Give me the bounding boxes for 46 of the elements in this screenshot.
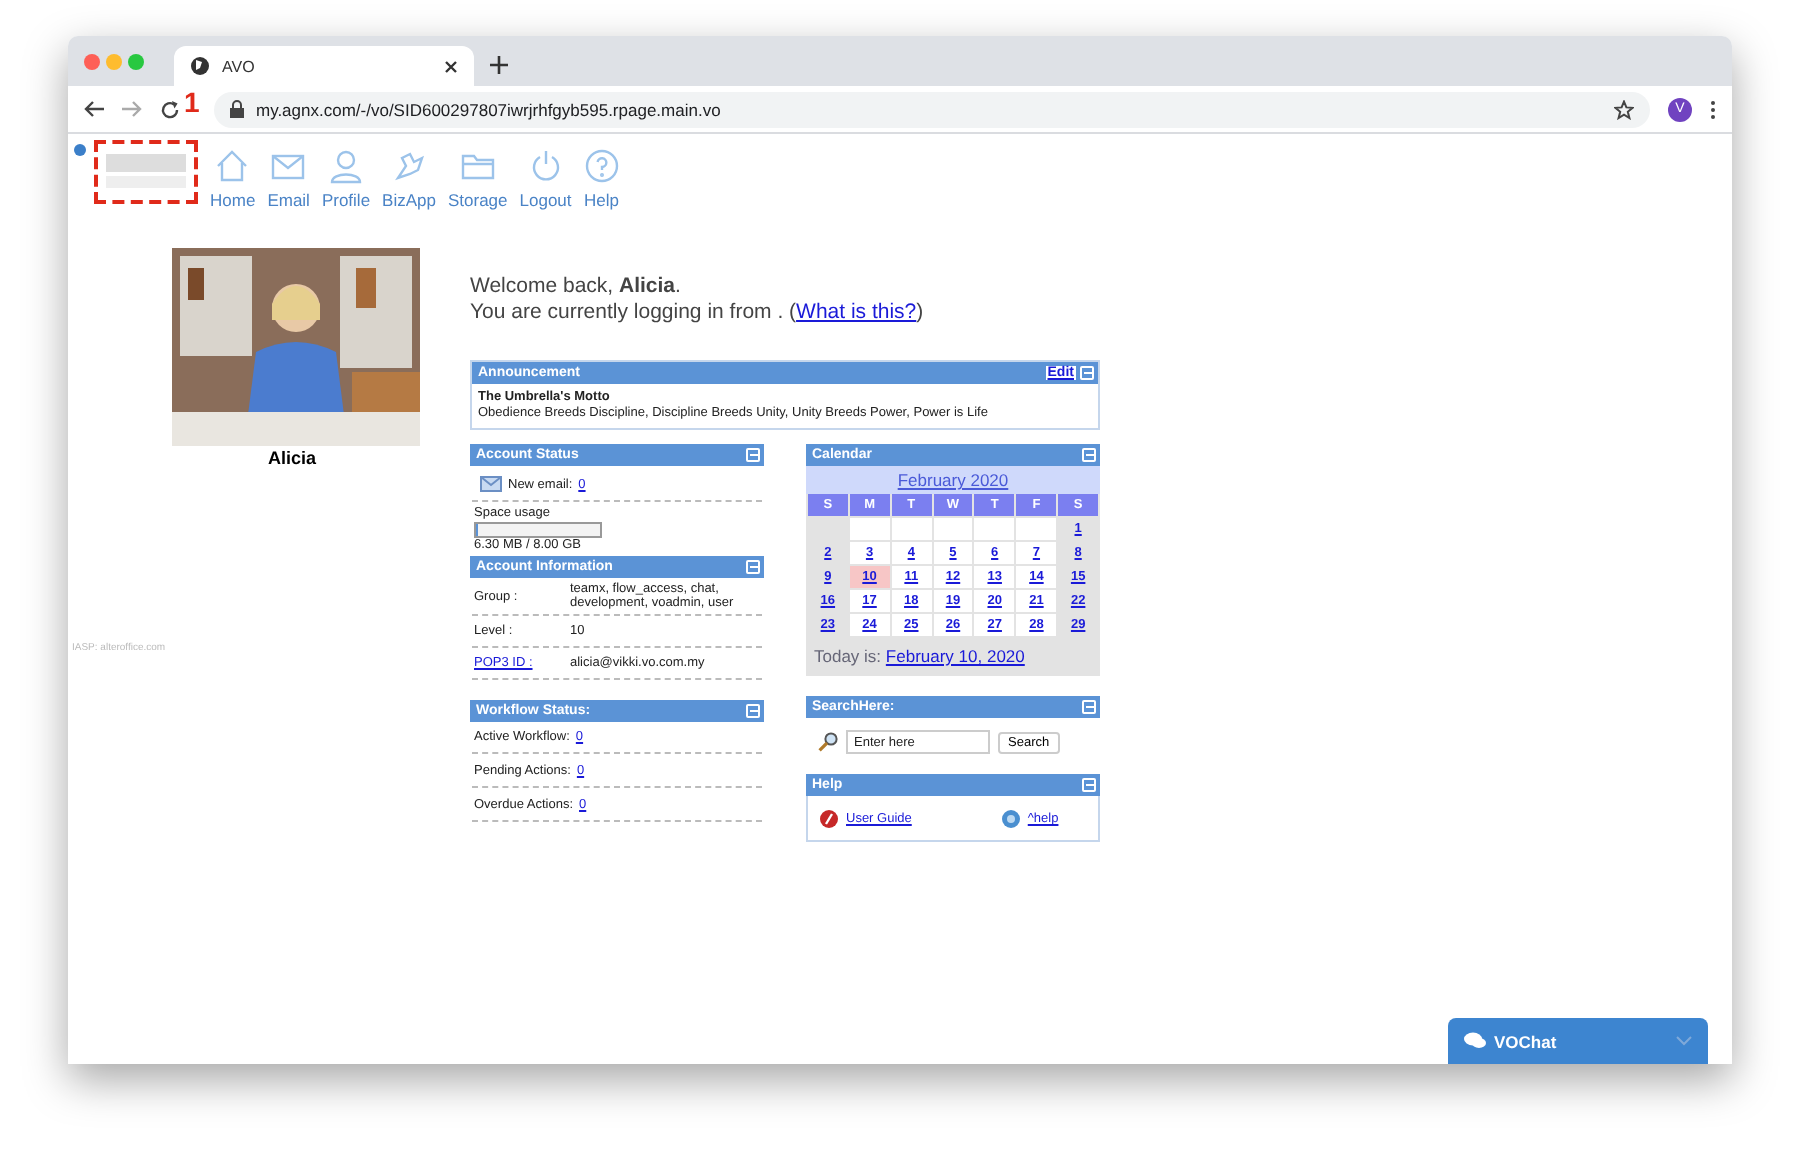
nav-link[interactable]: Profile — [321, 148, 371, 210]
chat-widget[interactable]: VOChat — [1448, 1018, 1708, 1064]
what-is-this-link[interactable]: What is this? — [796, 300, 917, 324]
collapse-icon[interactable] — [1082, 700, 1096, 714]
login-info: You are currently logging in from . ( — [470, 300, 797, 324]
nav-link[interactable]: BizApp — [382, 148, 436, 210]
welcome-message: Welcome back, Alicia. — [470, 274, 683, 300]
nav-link[interactable]: Storage — [447, 148, 508, 210]
today-link[interactable]: February 10, 2020 — [885, 646, 1025, 666]
reload-icon[interactable] — [160, 99, 180, 119]
profile-name: Alicia — [268, 448, 317, 468]
home-icon — [214, 148, 251, 184]
chevron-down-icon[interactable] — [1676, 1036, 1692, 1046]
nav-link[interactable]: Logout — [519, 148, 572, 210]
closing-parenthesis: ) — [916, 300, 924, 324]
today-label: Today is: — [814, 646, 882, 666]
collapse-icon[interactable] — [1082, 448, 1096, 462]
lock-icon — [230, 100, 244, 118]
new-tab-icon[interactable] — [490, 56, 508, 74]
power-icon — [527, 148, 564, 184]
close-window-icon[interactable] — [84, 54, 100, 70]
close-icon[interactable] — [444, 59, 458, 73]
search-icon — [818, 732, 838, 752]
help-icon — [583, 148, 620, 184]
chat-bubbles-icon — [1464, 1032, 1486, 1050]
menu-icon[interactable] — [1710, 99, 1716, 119]
info-icon — [1001, 810, 1020, 828]
address-bar[interactable]: my.agnx.com/-/vo/SID600297807iwrjrhfgyb595.rpage.main.vo — [214, 91, 1650, 127]
maximize-window-icon[interactable] — [128, 54, 144, 70]
nav-link[interactable]: Home — [210, 148, 256, 210]
annotation-number: 1 — [184, 85, 196, 117]
collapse-icon[interactable] — [746, 448, 760, 462]
envelope-icon — [480, 476, 502, 492]
forward-icon[interactable] — [122, 100, 142, 118]
globe-icon — [190, 56, 210, 76]
person-icon — [328, 148, 364, 184]
logo-placeholder — [94, 140, 198, 204]
collapse-icon[interactable] — [746, 704, 760, 718]
nav-link[interactable]: Email — [267, 148, 310, 210]
bookmark-star-icon[interactable] — [1614, 99, 1634, 119]
collapse-icon[interactable] — [746, 560, 760, 574]
nav-link[interactable]: Help — [583, 148, 620, 210]
collapse-icon[interactable] — [1082, 778, 1096, 792]
back-icon[interactable] — [84, 100, 104, 118]
collapse-icon[interactable] — [1080, 366, 1094, 380]
browser-tab[interactable]: AVO — [174, 46, 474, 86]
